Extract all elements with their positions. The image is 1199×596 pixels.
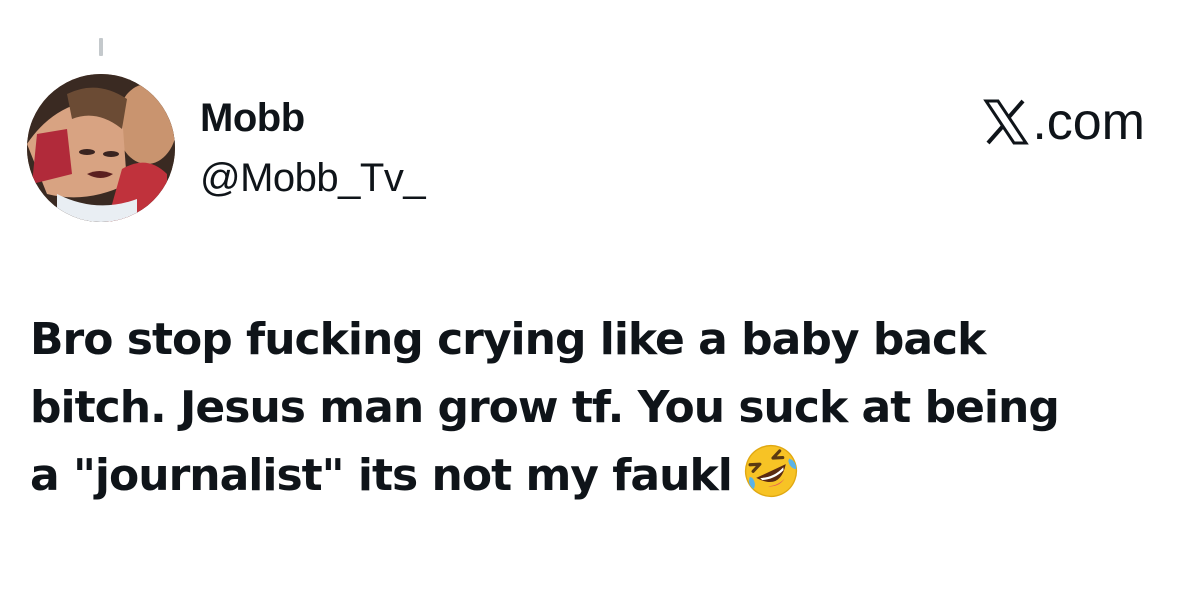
tweet-text: Bro stop fucking crying like a baby back… bbox=[30, 306, 1180, 510]
user-handle[interactable]: @Mobb_Tv_ bbox=[200, 154, 426, 202]
tweet-text-line: bitch. Jesus man grow tf. You suck at be… bbox=[30, 382, 1060, 433]
rolling-on-floor-laughing-emoji-icon bbox=[744, 444, 797, 498]
avatar-image bbox=[27, 74, 175, 222]
display-name[interactable]: Mobb bbox=[200, 94, 425, 142]
x-logo-icon bbox=[983, 99, 1030, 145]
user-info: Mobb @Mobb_Tv_ bbox=[200, 94, 426, 202]
tweet-text-line-last: a "journalist" its not my faukl bbox=[30, 442, 1180, 510]
tweet-text-line: Bro stop fucking crying like a baby back bbox=[30, 314, 986, 365]
brand-watermark: .com bbox=[982, 94, 1145, 150]
thread-connector bbox=[99, 38, 103, 56]
brand-label: .com bbox=[1032, 93, 1145, 151]
avatar[interactable] bbox=[27, 74, 175, 222]
tweet-text-line: a "journalist" its not my faukl bbox=[30, 450, 733, 501]
